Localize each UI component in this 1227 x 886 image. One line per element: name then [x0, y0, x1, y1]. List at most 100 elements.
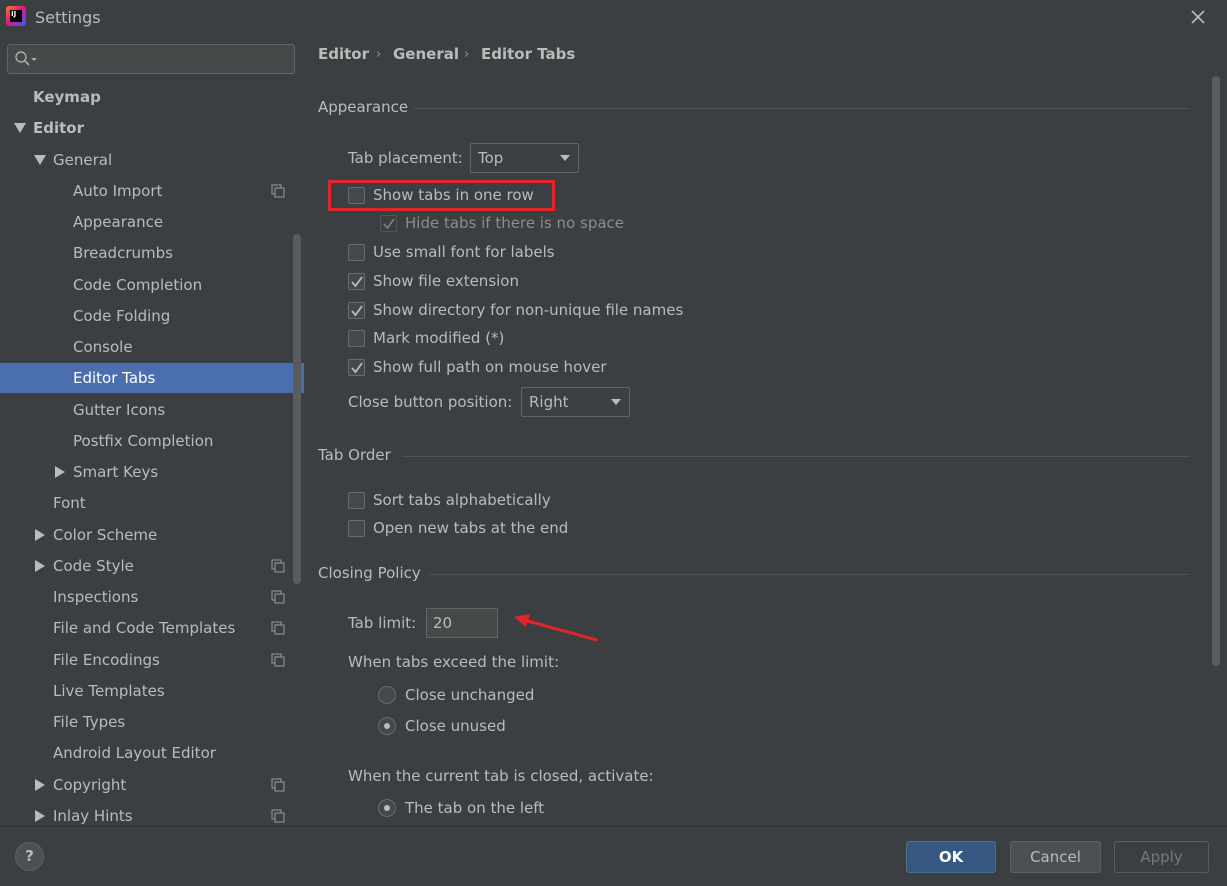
sidebar-item-editor[interactable]: Editor: [0, 113, 304, 143]
sidebar-item-appearance[interactable]: Appearance: [0, 207, 304, 237]
close-button-position-dropdown[interactable]: Right: [521, 387, 630, 417]
breadcrumb-item[interactable]: Editor: [318, 45, 369, 63]
cancel-button[interactable]: Cancel: [1010, 841, 1101, 873]
show-directory-checkbox[interactable]: [348, 302, 365, 319]
show-extension-checkbox[interactable]: [348, 273, 365, 290]
checkbox-label: Show full path on mouse hover: [373, 358, 607, 376]
sidebar-item-label: Smart Keys: [73, 463, 159, 481]
sidebar-item-font[interactable]: Font: [0, 488, 304, 518]
dialog-footer: ? OK Cancel Apply: [0, 826, 1227, 886]
checkmark-icon: [383, 218, 395, 230]
project-settings-icon: [271, 559, 285, 573]
collapsed-arrow-icon[interactable]: [34, 810, 46, 822]
collapsed-arrow-icon[interactable]: [54, 466, 66, 478]
sidebar-item-label: Live Templates: [53, 682, 165, 700]
apply-button[interactable]: Apply: [1114, 841, 1209, 873]
ok-button[interactable]: OK: [906, 841, 996, 873]
project-settings-icon: [271, 653, 285, 667]
sidebar-item-keymap[interactable]: Keymap: [0, 82, 304, 112]
checkbox-label: Sort tabs alphabetically: [373, 491, 551, 509]
sidebar-item-color-scheme[interactable]: Color Scheme: [0, 520, 304, 550]
checkbox-label: Show directory for non-unique file names: [373, 301, 684, 319]
tab-limit-input[interactable]: 20: [426, 608, 498, 638]
breadcrumb-separator-icon: ›: [464, 47, 470, 62]
tab-placement-dropdown[interactable]: Top: [470, 143, 579, 173]
sidebar-item-inlay-hints[interactable]: Inlay Hints: [0, 801, 304, 826]
intellij-logo-icon: IJ: [6, 6, 26, 26]
checkmark-icon: [351, 305, 363, 317]
sidebar-item-postfix-completion[interactable]: Postfix Completion: [0, 426, 304, 456]
sidebar-item-general[interactable]: General: [0, 145, 304, 175]
sidebar-item-smart-keys[interactable]: Smart Keys: [0, 457, 304, 487]
project-settings-icon: [271, 809, 285, 823]
section-title-closing-policy: Closing Policy: [318, 564, 421, 582]
sidebar-item-file-encodings[interactable]: File Encodings: [0, 645, 304, 675]
sidebar-scrollbar[interactable]: [293, 234, 301, 584]
breadcrumb-item[interactable]: General: [393, 45, 459, 63]
search-icon: [15, 51, 37, 66]
chevron-down-icon: [560, 155, 570, 161]
collapsed-arrow-icon[interactable]: [34, 529, 46, 541]
sidebar-item-file-code-templates[interactable]: File and Code Templates: [0, 613, 304, 643]
sidebar-item-label: General: [53, 151, 113, 169]
section-title-appearance: Appearance: [318, 98, 409, 116]
sort-alpha-checkbox[interactable]: [348, 492, 365, 509]
close-window-button[interactable]: [1187, 6, 1209, 28]
expanded-arrow-icon[interactable]: [34, 154, 46, 166]
close-unused-radio[interactable]: [378, 717, 396, 735]
chevron-down-icon: [611, 399, 621, 405]
sidebar-item-file-types[interactable]: File Types: [0, 707, 304, 737]
project-settings-icon: [271, 590, 285, 604]
sidebar-item-breadcrumbs[interactable]: Breadcrumbs: [0, 238, 304, 268]
breadcrumb-separator-icon: ›: [376, 47, 382, 62]
tab-on-left-radio[interactable]: [378, 799, 396, 817]
sidebar-item-android-layout-editor[interactable]: Android Layout Editor: [0, 738, 304, 768]
sidebar-item-gutter-icons[interactable]: Gutter Icons: [0, 395, 304, 425]
sidebar-item-label: Color Scheme: [53, 526, 158, 544]
sidebar-item-label: Android Layout Editor: [53, 744, 216, 762]
sidebar-item-label: Code Style: [53, 557, 134, 575]
checkbox-label: Show file extension: [373, 272, 519, 290]
sidebar-item-auto-import[interactable]: Auto Import: [0, 176, 304, 206]
sidebar-item-code-style[interactable]: Code Style: [0, 551, 304, 581]
annotation-arrow-icon: [514, 614, 598, 642]
sidebar-item-copyright[interactable]: Copyright: [0, 770, 304, 800]
activate-label: When the current tab is closed, activate…: [348, 767, 654, 785]
content-scrollbar[interactable]: [1212, 76, 1220, 666]
section-divider: [414, 108, 1190, 109]
sidebar-item-live-templates[interactable]: Live Templates: [0, 676, 304, 706]
window-title: Settings: [35, 8, 101, 27]
sidebar-item-label: File Types: [53, 713, 126, 731]
mark-modified-checkbox[interactable]: [348, 330, 365, 347]
checkmark-icon: [351, 362, 363, 374]
exceed-limit-label: When tabs exceed the limit:: [348, 653, 560, 671]
sidebar-item-inspections[interactable]: Inspections: [0, 582, 304, 612]
small-font-checkbox[interactable]: [348, 244, 365, 261]
sidebar-item-code-folding[interactable]: Code Folding: [0, 301, 304, 331]
sidebar-item-code-completion[interactable]: Code Completion: [0, 270, 304, 300]
section-title-tab-order: Tab Order: [318, 446, 391, 464]
checkbox-label: Use small font for labels: [373, 243, 555, 261]
search-input[interactable]: [7, 44, 295, 74]
radio-label: The tab on the left: [405, 799, 545, 817]
tab-placement-label: Tab placement:: [348, 149, 463, 167]
section-divider: [402, 456, 1190, 457]
radio-label: Close unchanged: [405, 686, 535, 704]
checkmark-icon: [351, 276, 363, 288]
sidebar-item-label: Auto Import: [73, 182, 163, 200]
full-path-hover-checkbox[interactable]: [348, 359, 365, 376]
sidebar-item-console[interactable]: Console: [0, 332, 304, 362]
help-button[interactable]: ?: [15, 842, 44, 871]
open-at-end-checkbox[interactable]: [348, 520, 365, 537]
sidebar-item-label: Code Folding: [73, 307, 171, 325]
expanded-arrow-icon[interactable]: [14, 122, 26, 134]
sidebar-item-label: File Encodings: [53, 651, 160, 669]
sidebar-item-label: Editor: [33, 119, 84, 137]
project-settings-icon: [271, 621, 285, 635]
collapsed-arrow-icon[interactable]: [34, 560, 46, 572]
sidebar-item-editor-tabs[interactable]: Editor Tabs: [0, 363, 304, 393]
collapsed-arrow-icon[interactable]: [34, 779, 46, 791]
settings-content-panel: Editor › General › Editor Tabs Appearanc…: [304, 36, 1227, 826]
breadcrumb-item: Editor Tabs: [481, 45, 576, 63]
close-unchanged-radio[interactable]: [378, 686, 396, 704]
